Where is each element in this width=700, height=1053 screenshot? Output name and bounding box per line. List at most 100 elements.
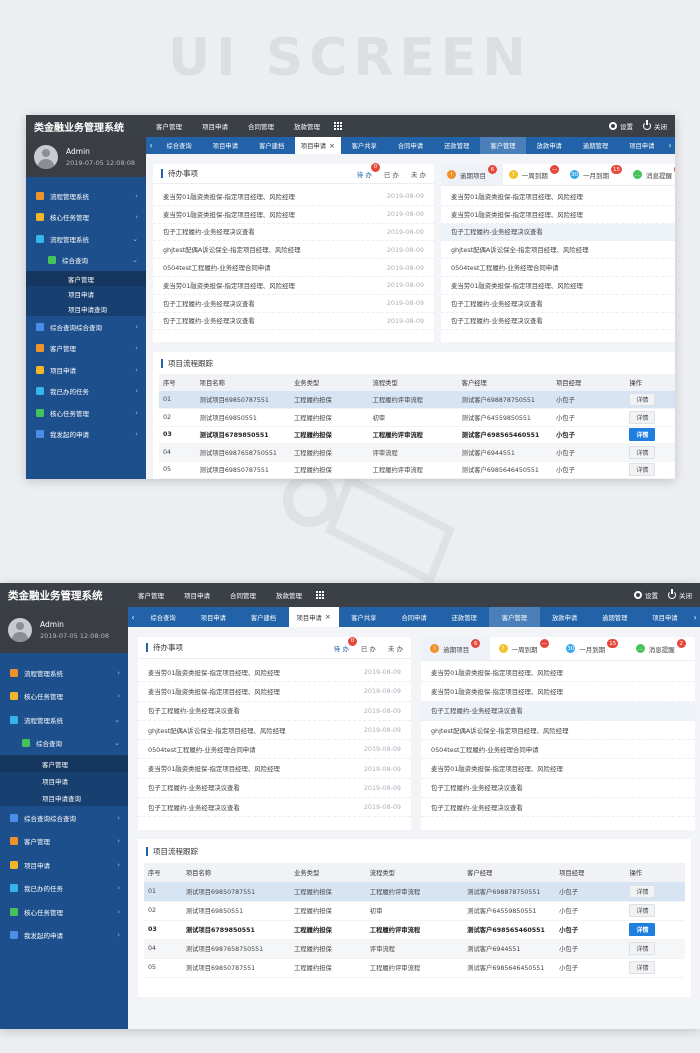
app-grid-icon[interactable] bbox=[316, 590, 325, 600]
table-row[interactable]: 03 测试项目6789850551 工程履约担保 工程履约评审流程 测试客户698565… bbox=[159, 426, 675, 444]
tab-item[interactable]: 放款申请 bbox=[540, 607, 590, 627]
list-item[interactable]: ghjtest配偶A诉讼保全-指定项目经理、风险经理 2019-08-09 bbox=[153, 241, 434, 260]
todo-filter-tab[interactable]: 已 办 bbox=[384, 169, 399, 179]
alerts-tab[interactable]: … 消息提醒2 bbox=[627, 164, 675, 185]
sidebar-item[interactable]: 客户管理 bbox=[0, 755, 128, 772]
sidebar-item[interactable]: 核心任务管理 › bbox=[0, 900, 128, 924]
close-button[interactable]: 关闭 bbox=[668, 589, 692, 600]
tab-item[interactable]: 项目申请 bbox=[640, 607, 690, 627]
list-item[interactable]: 麦当劳01融资类担保-指定项目经理、风险经理 2019-08-09 bbox=[138, 682, 411, 702]
tab-scroll-right-icon[interactable]: › bbox=[665, 137, 675, 154]
tab-item[interactable]: 客户共享 bbox=[341, 137, 387, 154]
alerts-tab[interactable]: 30 一月到期 15 bbox=[565, 164, 627, 185]
tab-item[interactable]: 合同申请 bbox=[389, 607, 439, 627]
sidebar-item[interactable]: 我发起的申请 › bbox=[26, 424, 146, 446]
details-button[interactable]: 详情 bbox=[629, 961, 656, 974]
list-item[interactable]: 麦当劳01融资类担保-指定项目经理、风险经理 2019-08-09 bbox=[138, 759, 411, 779]
details-button[interactable]: 详情 bbox=[629, 923, 656, 936]
details-button[interactable]: 详情 bbox=[629, 445, 656, 459]
details-button[interactable]: 详情 bbox=[629, 884, 656, 898]
tab-scroll-left-icon[interactable]: ‹ bbox=[146, 137, 156, 154]
table-row[interactable]: 05 测试项目69850787551 工程履约担保 工程履约评审流程 测试客户69856… bbox=[144, 958, 685, 978]
list-item[interactable]: 包子工程履约-业务经理决议查看 2019-08-09 bbox=[153, 313, 434, 331]
list-item[interactable]: ghjtest配偶A诉讼保全-指定项目经理、风险经理 bbox=[441, 241, 675, 260]
top-nav-item[interactable]: 合同管理 bbox=[220, 590, 266, 600]
list-item[interactable]: ghjtest配偶A诉讼保全-指定项目经理、风险经理 bbox=[421, 721, 695, 741]
tab-item[interactable]: 客户建档 bbox=[238, 607, 288, 627]
tab-item[interactable]: 客户建档 bbox=[249, 137, 295, 154]
tab-item[interactable]: 合同申请 bbox=[387, 137, 433, 154]
alerts-tab[interactable]: 30 一月到期 15 bbox=[558, 637, 627, 660]
sidebar-item[interactable]: 项目申请查询 bbox=[26, 301, 146, 316]
list-item[interactable]: 0504test工程履约-业务经理合同申请 2019-08-09 bbox=[138, 740, 411, 760]
list-item[interactable]: 包子工程履约-业务经理决议查看 bbox=[421, 779, 695, 799]
close-icon[interactable]: × bbox=[325, 613, 331, 621]
sidebar-item[interactable]: 项目申请 › bbox=[26, 359, 146, 381]
tab-item[interactable]: 项目申请 bbox=[619, 137, 665, 154]
sidebar-item[interactable]: 我已办的任务 › bbox=[26, 381, 146, 403]
list-item[interactable]: 包子工程履约-业务经理决议查看 bbox=[441, 295, 675, 313]
table-row[interactable]: 02 测试项目69850551 工程履约担保 初审 测试客户64559850551 小包子… bbox=[159, 408, 675, 427]
app-grid-icon[interactable] bbox=[334, 121, 343, 131]
close-button[interactable]: 关闭 bbox=[643, 120, 667, 131]
list-item[interactable]: 包子工程履约-业务经理决议查看 bbox=[421, 798, 695, 818]
sidebar-item[interactable]: 综合查询综合查询 › bbox=[26, 316, 146, 338]
tab-item[interactable]: 综合查询 bbox=[156, 137, 202, 154]
list-item[interactable]: 麦当劳01融资类担保-指定项目经理、风险经理 2019-08-09 bbox=[153, 188, 434, 206]
tab-item[interactable]: 逾期管理 bbox=[572, 137, 618, 154]
table-row[interactable]: 01 测试项目69850787551 工程履约担保 工程履约评审流程 测试客户69887… bbox=[144, 882, 685, 902]
list-item[interactable]: 0504test工程履约-业务经理合同申请 bbox=[421, 740, 695, 760]
top-nav-item[interactable]: 客户管理 bbox=[146, 121, 192, 131]
sidebar-item[interactable]: 项目申请查询 bbox=[0, 789, 128, 806]
sidebar-item[interactable]: 核心任务管理 › bbox=[26, 207, 146, 229]
tab-scroll-right-icon[interactable]: › bbox=[690, 607, 700, 627]
list-item[interactable]: 包子工程履约-业务经理决议查看 2019-08-09 bbox=[153, 224, 434, 242]
details-button[interactable]: 详情 bbox=[629, 410, 656, 424]
top-nav-item[interactable]: 项目申请 bbox=[174, 590, 220, 600]
sidebar-item[interactable]: 流程管理系统 › bbox=[26, 185, 146, 207]
sidebar-item[interactable]: 流程管理系统 › bbox=[0, 661, 128, 685]
top-nav-item[interactable]: 放款管理 bbox=[266, 590, 312, 600]
settings-button[interactable]: 设置 bbox=[609, 121, 633, 131]
todo-filter-tab[interactable]: 已 办 bbox=[361, 643, 376, 653]
tab-item[interactable]: 项目申请 × bbox=[294, 137, 342, 154]
table-row[interactable]: 03 测试项目6789850551 工程履约担保 工程履约评审流程 测试客户698565… bbox=[144, 920, 685, 940]
list-item[interactable]: 包子工程履约-业务经理决议查看 bbox=[421, 701, 695, 721]
sidebar-item[interactable]: 核心任务管理 › bbox=[26, 402, 146, 424]
sidebar-item[interactable]: 项目申请 › bbox=[0, 853, 128, 877]
alerts-tab[interactable]: … 消息提醒2 bbox=[627, 637, 696, 660]
details-button[interactable]: 详情 bbox=[629, 428, 656, 442]
list-item[interactable]: 0504test工程履约-业务经理合同申请 2019-08-09 bbox=[153, 259, 434, 277]
alerts-tab[interactable]: ? 一周到期 — bbox=[490, 637, 559, 660]
sidebar-item[interactable]: 项目申请 bbox=[26, 286, 146, 301]
table-row[interactable]: 04 测试项目6987658750551 工程履约担保 评审流程 测试客户6944551… bbox=[159, 443, 675, 462]
list-item[interactable]: 麦当劳01融资类担保-指定项目经理、风险经理 2019-08-09 bbox=[153, 277, 434, 295]
close-icon[interactable]: × bbox=[329, 142, 335, 150]
top-nav-item[interactable]: 放款管理 bbox=[284, 121, 330, 131]
list-item[interactable]: 包子工程履约-业务经理决议查看 2019-08-09 bbox=[138, 779, 411, 799]
list-item[interactable]: 麦当劳01融资类担保-指定项目经理、风险经理 bbox=[441, 206, 675, 224]
list-item[interactable]: 麦当劳01融资类担保-指定项目经理、风险经理 2019-08-09 bbox=[153, 206, 434, 224]
sidebar-item[interactable]: 客户管理 bbox=[26, 271, 146, 286]
tab-item[interactable]: 逾期管理 bbox=[590, 607, 640, 627]
list-item[interactable]: 0504test工程履约-业务经理合同申请 bbox=[441, 259, 675, 277]
alerts-tab[interactable]: ! 逾期项目 6 bbox=[441, 164, 503, 185]
tab-item[interactable]: 项目申请 bbox=[188, 607, 238, 627]
tab-item[interactable]: 还款管理 bbox=[434, 137, 480, 154]
sidebar-item[interactable]: 综合查询 ⌄ bbox=[26, 250, 146, 272]
tab-item[interactable]: 综合查询 bbox=[138, 607, 188, 627]
top-nav-item[interactable]: 项目申请 bbox=[192, 121, 238, 131]
details-button[interactable]: 详情 bbox=[629, 904, 656, 917]
todo-filter-tab[interactable]: 待 办0 bbox=[334, 636, 357, 653]
settings-button[interactable]: 设置 bbox=[634, 590, 658, 600]
list-item[interactable]: ghjtest配偶A诉讼保全-指定项目经理、风险经理 2019-08-09 bbox=[138, 721, 411, 741]
list-item[interactable]: 麦当劳01融资类担保-指定项目经理、风险经理 bbox=[441, 277, 675, 295]
sidebar-item[interactable]: 客户管理 › bbox=[26, 338, 146, 360]
list-item[interactable]: 麦当劳01融资类担保-指定项目经理、风险经理 2019-08-09 bbox=[138, 663, 411, 683]
tab-item[interactable]: 放款申请 bbox=[526, 137, 572, 154]
top-nav-item[interactable]: 合同管理 bbox=[238, 121, 284, 131]
tab-item[interactable]: 客户共享 bbox=[339, 607, 389, 627]
table-row[interactable]: 02 测试项目69850551 工程履约担保 初审 测试客户64559850551 小包子… bbox=[144, 901, 685, 921]
todo-filter-tab[interactable]: 未 办 bbox=[411, 169, 426, 179]
list-item[interactable]: 麦当劳01融资类担保-指定项目经理、风险经理 bbox=[441, 188, 675, 206]
